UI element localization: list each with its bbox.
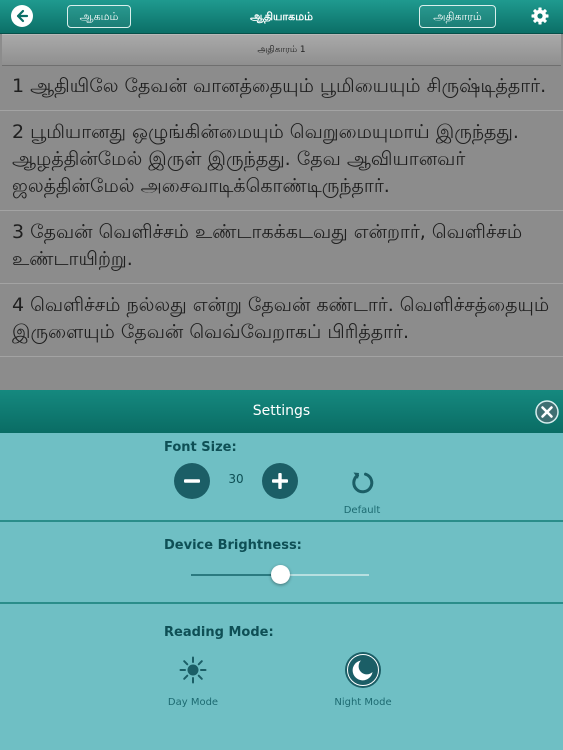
section-divider <box>0 520 563 522</box>
day-mode-label: Day Mode <box>167 697 219 708</box>
font-size-label: Font Size: <box>164 440 237 455</box>
sun-icon <box>179 656 207 684</box>
minus-icon <box>184 479 200 483</box>
chapter-label-bar: அதிகாரம் 1 <box>2 34 561 66</box>
brightness-slider-thumb[interactable] <box>270 565 290 584</box>
settings-title: Settings <box>252 403 311 419</box>
verse-list[interactable]: 1 ஆதியிலே தேவன் வானத்தையும் பூமியையும் ச… <box>0 65 563 390</box>
book-button[interactable]: ஆகமம் <box>67 5 131 28</box>
moon-icon <box>345 652 381 688</box>
settings-panel: Settings Font Size: 30 Default Device Br… <box>0 390 563 750</box>
book-title: ஆதியாகமம் <box>250 10 313 23</box>
verse-item[interactable]: 4 வெளிச்சம் நல்லது என்று தேவன் கண்டார். … <box>0 284 563 357</box>
plus-icon <box>272 473 288 489</box>
night-mode-label: Night Mode <box>334 697 392 708</box>
reset-icon <box>352 472 374 494</box>
back-arrow-icon <box>16 9 29 23</box>
chapter-label: அதிகாரம் 1 <box>257 45 306 55</box>
decrease-font-button[interactable] <box>174 463 210 499</box>
reading-mode-label: Reading Mode: <box>164 625 274 640</box>
gear-icon <box>531 7 549 25</box>
default-label: Default <box>343 505 381 516</box>
settings-button[interactable] <box>530 6 550 26</box>
top-navigation-bar: ஆகமம் ஆதியாகமம் அதிகாரம் <box>0 0 563 34</box>
verse-item[interactable]: 3 தேவன் வெளிச்சம் உண்டாகக்கடவது என்றார்,… <box>0 211 563 284</box>
font-size-value: 30 <box>228 472 244 486</box>
close-button[interactable] <box>535 400 559 424</box>
increase-font-button[interactable] <box>262 463 298 499</box>
chapter-button[interactable]: அதிகாரம் <box>419 5 496 28</box>
verse-item[interactable]: 1 ஆதியிலே தேவன் வானத்தையும் பூமியையும் ச… <box>0 65 563 111</box>
verse-item[interactable]: 2 பூமியானது ஒழுங்கின்மையும் வெறுமையுமாய்… <box>0 111 563 211</box>
day-mode-button[interactable] <box>179 656 207 684</box>
night-mode-button[interactable] <box>344 651 382 689</box>
settings-header: Settings <box>0 390 563 433</box>
back-button[interactable] <box>11 5 33 27</box>
brightness-label: Device Brightness: <box>164 538 302 553</box>
section-divider <box>0 602 563 604</box>
reset-font-button[interactable] <box>349 469 375 495</box>
close-icon <box>535 400 559 424</box>
brightness-slider-fill <box>191 574 280 576</box>
